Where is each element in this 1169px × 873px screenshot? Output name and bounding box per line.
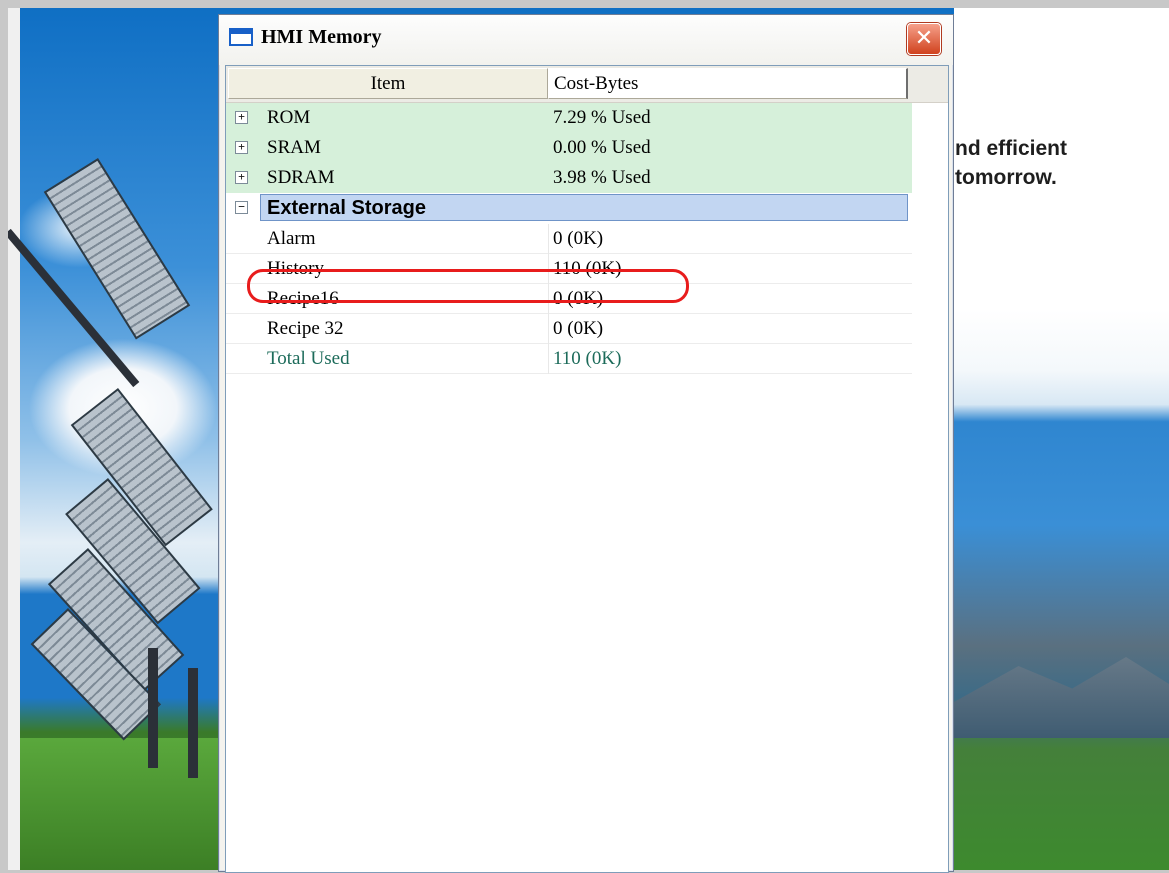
row-label: Alarm: [267, 228, 316, 249]
solar-panel-strut: [188, 668, 198, 778]
hmi-memory-dialog: HMI Memory ✕ Item Cost-Bytes + ROM 7.29 …: [218, 14, 954, 873]
column-divider: [548, 344, 549, 374]
row-label: History: [267, 258, 324, 279]
window-icon: [229, 28, 253, 46]
row-label: ROM: [267, 107, 311, 128]
tree-row-recipe-32[interactable]: Recipe 32 0 (0K): [226, 314, 912, 344]
tagline-line: nd efficient: [955, 137, 1068, 160]
solar-panel-strut: [148, 648, 158, 768]
row-value: 0 (0K): [553, 288, 604, 309]
column-divider: [548, 224, 549, 254]
tree-row-history[interactable]: History 110 (0K): [226, 254, 912, 284]
row-label: Total Used: [267, 348, 350, 369]
row-value: 110 (0K): [553, 348, 622, 369]
row-label: Recipe 32: [267, 318, 344, 339]
window-title: HMI Memory: [261, 26, 382, 48]
close-icon: ✕: [914, 26, 934, 51]
row-label: SDRAM: [267, 167, 335, 188]
column-divider: [548, 314, 549, 344]
expand-icon[interactable]: +: [235, 171, 248, 184]
tagline-line: tomorrow.: [955, 166, 1057, 189]
row-value: 0 (0K): [553, 228, 604, 249]
title-bar[interactable]: HMI Memory ✕: [219, 15, 953, 65]
wallpaper-tagline: nd efficient tomorrow.: [955, 134, 1067, 192]
tree-row-total-used[interactable]: Total Used 110 (0K): [226, 344, 912, 374]
tree-row-rom[interactable]: + ROM 7.29 % Used: [226, 103, 912, 133]
collapse-icon[interactable]: −: [235, 201, 248, 214]
row-label: SRAM: [267, 137, 321, 158]
memory-list-view[interactable]: Item Cost-Bytes + ROM 7.29 % Used + SRAM…: [225, 65, 949, 873]
tree-row-sram[interactable]: + SRAM 0.00 % Used: [226, 133, 912, 163]
tree-row-alarm[interactable]: Alarm 0 (0K): [226, 224, 912, 254]
expand-icon[interactable]: +: [235, 111, 248, 124]
row-value: 7.29 % Used: [553, 107, 651, 128]
close-button[interactable]: ✕: [907, 23, 941, 55]
column-header-cost-bytes[interactable]: Cost-Bytes: [548, 68, 908, 99]
column-header-filler: [908, 68, 948, 99]
row-value: 3.98 % Used: [553, 167, 651, 188]
row-label: External Storage: [267, 197, 426, 219]
row-value: 0.00 % Used: [553, 137, 651, 158]
tree-row-external-storage[interactable]: − External Storage: [226, 193, 912, 223]
column-divider: [548, 284, 549, 314]
row-label: Recipe16: [267, 288, 339, 309]
column-header-item[interactable]: Item: [228, 68, 548, 99]
tree-row-sdram[interactable]: + SDRAM 3.98 % Used: [226, 163, 912, 193]
expand-icon[interactable]: +: [235, 141, 248, 154]
column-divider: [548, 254, 549, 284]
wallpaper-edge: [8, 8, 20, 870]
tree-row-recipe16[interactable]: Recipe16 0 (0K): [226, 284, 912, 314]
row-value: 0 (0K): [553, 318, 604, 339]
row-value: 110 (0K): [553, 258, 622, 279]
column-header-row: Item Cost-Bytes: [226, 66, 948, 103]
